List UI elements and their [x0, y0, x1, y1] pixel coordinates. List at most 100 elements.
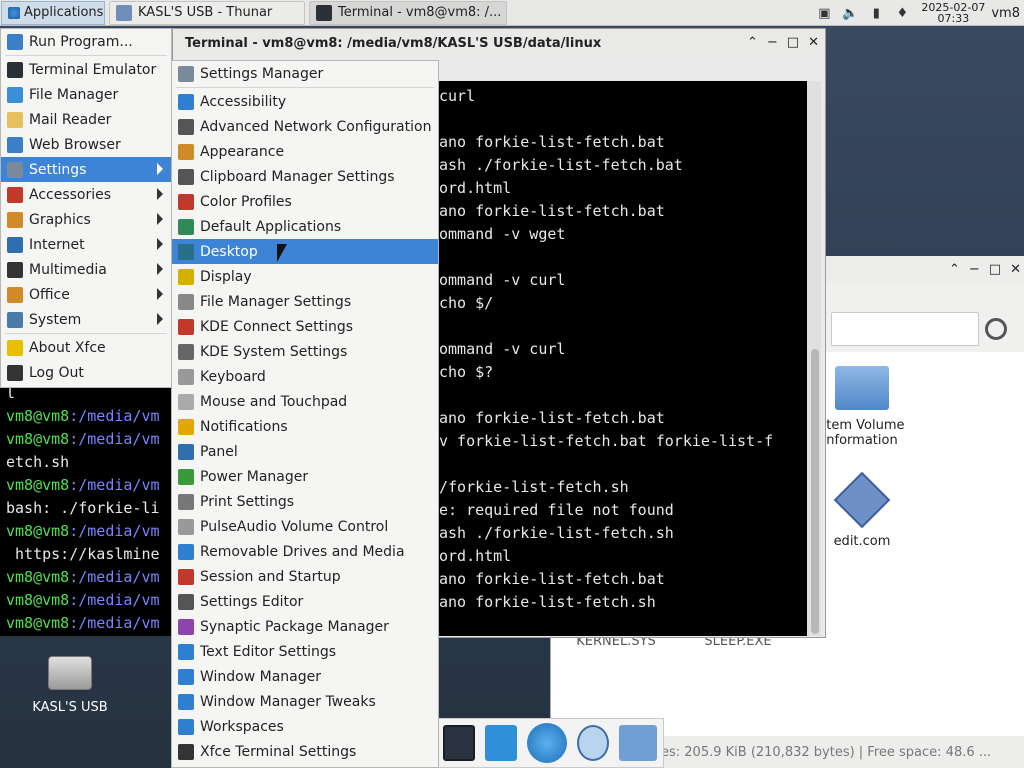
settings-app-icon: [178, 593, 194, 610]
desktop-icon-usb[interactable]: KASL'S USB: [24, 656, 116, 715]
search-icon[interactable]: [985, 318, 1007, 340]
settings-item-pulseaudio-volume-control[interactable]: PulseAudio Volume Control: [172, 514, 438, 539]
dock-terminal-icon[interactable]: [443, 725, 475, 761]
settings-item-kde-connect-settings[interactable]: KDE Connect Settings: [172, 314, 438, 339]
settings-app-icon: [178, 568, 194, 585]
taskbar-button-terminal[interactable]: Terminal - vm8@vm8: /...: [309, 0, 507, 25]
settings-item-keyboard[interactable]: Keyboard: [172, 364, 438, 389]
menu-item-system[interactable]: System: [1, 307, 171, 332]
dock-folder-icon[interactable]: [619, 725, 657, 761]
settings-item-desktop[interactable]: Desktop: [172, 239, 438, 264]
settings-item-appearance[interactable]: Appearance: [172, 139, 438, 164]
prompt-path: :/media/vm: [69, 522, 160, 540]
settings-item-label: Text Editor Settings: [200, 643, 337, 660]
internet-icon: [7, 236, 23, 253]
menu-item-accessories[interactable]: Accessories: [1, 182, 171, 207]
settings-item-file-manager-settings[interactable]: File Manager Settings: [172, 289, 438, 314]
settings-item-mouse-and-touchpad[interactable]: Mouse and Touchpad: [172, 389, 438, 414]
terminal-text: bash: ./forkie-li: [6, 499, 160, 517]
settings-item-workspaces[interactable]: Workspaces: [172, 714, 438, 739]
settings-item-display[interactable]: Display: [172, 264, 438, 289]
settings-item-xfce-terminal-settings[interactable]: Xfce Terminal Settings: [172, 739, 438, 764]
dock-search-icon[interactable]: [577, 725, 609, 761]
settings-item-label: Power Manager: [200, 468, 309, 485]
terminal-line: ash ./forkie-list-fetch.bat: [439, 156, 683, 174]
menu-item-settings[interactable]: Settings: [1, 157, 171, 182]
settings-item-clipboard-manager-settings[interactable]: Clipboard Manager Settings: [172, 164, 438, 189]
settings-item-settings-editor[interactable]: Settings Editor: [172, 589, 438, 614]
terminal-output-secondary[interactable]: l vm8@vm8:/media/vm vm8@vm8:/media/vm etch.…: [0, 384, 172, 636]
volume-icon[interactable]: 🔈: [842, 5, 858, 21]
terminal-title[interactable]: Terminal - vm8@vm8: /media/vm8/KASL'S US…: [173, 29, 825, 57]
file-label: stem Volume nformation: [819, 418, 905, 448]
settings-item-settings-manager[interactable]: Settings Manager: [172, 61, 438, 86]
menu-item-internet[interactable]: Internet: [1, 232, 171, 257]
settings-item-label: Mouse and Touchpad: [200, 393, 348, 410]
terminal-line: vm8@vm8:/media/vm: [6, 522, 160, 540]
clock[interactable]: 2025-02-07 07:33: [921, 2, 985, 24]
menu-item-office[interactable]: Office: [1, 282, 171, 307]
accessories-icon: [7, 186, 23, 203]
menu-item-terminal-emulator[interactable]: Terminal Emulator: [1, 57, 171, 82]
settings-item-session-and-startup[interactable]: Session and Startup: [172, 564, 438, 589]
settings-item-print-settings[interactable]: Print Settings: [172, 489, 438, 514]
settings-item-removable-drives-and-media[interactable]: Removable Drives and Media: [172, 539, 438, 564]
prompt-user: vm8@vm8: [6, 591, 70, 609]
settings-app-icon: [178, 318, 194, 335]
minimize-icon[interactable]: −: [767, 35, 778, 50]
terminal-scrollbar-thumb[interactable]: [811, 349, 819, 634]
menu-item-web-browser[interactable]: Web Browser: [1, 132, 171, 157]
submenu-arrow-icon: [157, 263, 163, 275]
dock-file-manager-icon[interactable]: [485, 725, 517, 761]
maximize-icon[interactable]: □: [787, 35, 799, 50]
shade-icon[interactable]: ⌃: [747, 35, 758, 50]
menu-item-log-out[interactable]: Log Out: [1, 360, 171, 385]
thunar-location-field[interactable]: [831, 312, 979, 346]
thunar-minimize-icon[interactable]: −: [969, 262, 980, 277]
settings-item-synaptic-package-manager[interactable]: Synaptic Package Manager: [172, 614, 438, 639]
settings-app-icon: [178, 93, 194, 110]
settings-app-icon: [178, 493, 194, 510]
menu-item-label: Office: [29, 286, 70, 303]
notification-bell-icon[interactable]: ♦: [894, 5, 910, 21]
menu-item-graphics[interactable]: Graphics: [1, 207, 171, 232]
menu-item-file-manager[interactable]: File Manager: [1, 82, 171, 107]
battery-icon[interactable]: ▮: [868, 5, 884, 21]
applications-menu-button[interactable]: Applications: [1, 0, 105, 25]
taskbar-button-thunar[interactable]: KASL'S USB - Thunar: [109, 0, 305, 25]
settings-item-power-manager[interactable]: Power Manager: [172, 464, 438, 489]
settings-item-text-editor-settings[interactable]: Text Editor Settings: [172, 639, 438, 664]
settings-item-accessibility[interactable]: Accessibility: [172, 89, 438, 114]
menu-item-about-xfce[interactable]: About Xfce: [1, 335, 171, 360]
user-menu[interactable]: vm8: [991, 6, 1020, 21]
thunar-shade-icon[interactable]: ⌃: [949, 262, 960, 277]
thunar-maximize-icon[interactable]: □: [989, 262, 1001, 277]
dock-web-browser-icon[interactable]: [527, 723, 567, 763]
thunar-close-icon[interactable]: ✕: [1010, 262, 1021, 277]
menu-separator: [5, 333, 167, 334]
network-icon[interactable]: ▣: [816, 5, 832, 21]
settings-item-advanced-network-configuration[interactable]: Advanced Network Configuration: [172, 114, 438, 139]
settings-item-label: Window Manager: [200, 668, 322, 685]
menu-item-multimedia[interactable]: Multimedia: [1, 257, 171, 282]
menu-separator: [176, 87, 434, 88]
settings-app-icon: [178, 193, 194, 210]
close-icon[interactable]: ✕: [808, 35, 819, 50]
settings-item-label: Panel: [200, 443, 238, 460]
settings-item-kde-system-settings[interactable]: KDE System Settings: [172, 339, 438, 364]
menu-item-mail-reader[interactable]: Mail Reader: [1, 107, 171, 132]
star-icon: [7, 339, 23, 356]
terminal-line: e: required file not found: [439, 501, 674, 519]
terminal-line: ano forkie-list-fetch.sh: [439, 593, 656, 611]
terminal-line: curl: [439, 87, 476, 105]
file-label: edit.com: [833, 534, 891, 549]
settings-item-default-applications[interactable]: Default Applications: [172, 214, 438, 239]
terminal-line: ommand -v wget: [439, 225, 566, 243]
terminal-line: ano forkie-list-fetch.bat: [439, 133, 665, 151]
settings-item-color-profiles[interactable]: Color Profiles: [172, 189, 438, 214]
settings-item-notifications[interactable]: Notifications: [172, 414, 438, 439]
settings-item-window-manager-tweaks[interactable]: Window Manager Tweaks: [172, 689, 438, 714]
settings-item-panel[interactable]: Panel: [172, 439, 438, 464]
menu-item-run-program[interactable]: Run Program...: [1, 29, 171, 54]
settings-item-window-manager[interactable]: Window Manager: [172, 664, 438, 689]
